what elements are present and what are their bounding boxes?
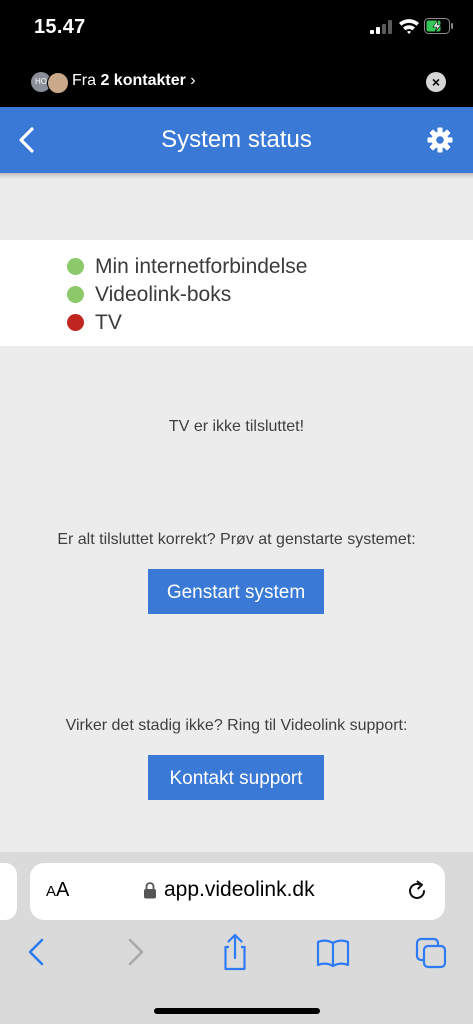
forward-icon[interactable]	[118, 932, 152, 972]
status-ok-indicator	[67, 258, 84, 275]
avatar	[47, 72, 69, 94]
share-icon[interactable]	[218, 932, 252, 972]
close-banner-button[interactable]: ×	[426, 72, 446, 92]
home-indicator	[154, 1008, 320, 1014]
gear-icon[interactable]	[427, 127, 453, 153]
status-item-videolink-box: Videolink-boks	[67, 283, 231, 307]
contact-support-button[interactable]: Kontakt support	[148, 755, 324, 800]
status-ok-indicator	[67, 286, 84, 303]
restart-system-button[interactable]: Genstart system	[148, 569, 324, 614]
status-item-internet: Min internetforbindelse	[67, 255, 307, 279]
status-error-indicator	[67, 314, 84, 331]
app-header: System status	[0, 107, 473, 173]
status-bar: 15.47	[0, 0, 473, 58]
back-icon[interactable]	[20, 932, 54, 972]
tabs-icon[interactable]	[414, 932, 448, 972]
url-text: app.videolink.dk	[164, 878, 315, 901]
text-size-button[interactable]: AA	[46, 879, 69, 902]
header-shadow	[0, 173, 473, 179]
tv-status-message: TV er ikke tilsluttet!	[168, 418, 305, 435]
lock-icon	[144, 882, 156, 899]
contact-avatars: HO	[31, 71, 71, 94]
previous-tab-preview[interactable]	[0, 863, 17, 920]
shared-from-label: Fra 2 kontakter ›	[72, 72, 196, 89]
support-prompt: Virker det stadig ikke? Ring til Videoli…	[65, 717, 408, 734]
shared-with-you-banner[interactable]: HO Fra 2 kontakter › ×	[0, 58, 473, 107]
reload-icon[interactable]	[405, 879, 429, 903]
status-item-tv: TV	[67, 311, 122, 335]
restart-prompt: Er alt tilsluttet korrekt? Prøv at genst…	[57, 531, 416, 548]
battery-charging-icon	[424, 18, 453, 34]
bookmarks-icon[interactable]	[316, 932, 350, 972]
address-bar[interactable]: AA app.videolink.dk	[30, 863, 445, 920]
cellular-signal-icon	[370, 20, 392, 34]
page-title: System status	[161, 126, 312, 153]
clock: 15.47	[34, 16, 86, 38]
wifi-icon	[399, 19, 419, 34]
chevron-right-icon: ›	[190, 72, 196, 89]
status-list: Min internetforbindelse Videolink-boks T…	[0, 240, 473, 346]
